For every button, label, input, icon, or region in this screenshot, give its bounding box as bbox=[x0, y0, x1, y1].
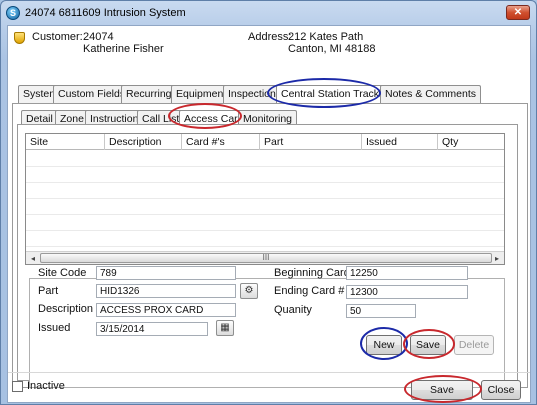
table-row bbox=[26, 151, 504, 167]
column-header-part[interactable]: Part bbox=[260, 134, 362, 150]
scroll-thumb[interactable]: III bbox=[40, 253, 492, 263]
beginning-card-input[interactable]: 12250 bbox=[346, 266, 468, 280]
save-button[interactable]: Save bbox=[411, 380, 473, 400]
scroll-right-icon[interactable]: ▸ bbox=[491, 253, 503, 264]
scroll-left-icon[interactable]: ◂ bbox=[27, 253, 39, 264]
part-label: Part bbox=[38, 285, 59, 297]
column-header-issued[interactable]: Issued bbox=[362, 134, 438, 150]
quantity-input[interactable]: 50 bbox=[346, 304, 416, 318]
app-logo-icon: S bbox=[6, 6, 20, 20]
ending-card-label: Ending Card # bbox=[274, 285, 345, 297]
save-card-button[interactable]: Save bbox=[410, 335, 446, 355]
access-cards-grid[interactable]: Site Description Card #'s Part Issued Qt… bbox=[25, 133, 505, 265]
inactive-checkbox[interactable] bbox=[12, 381, 23, 392]
title-bar[interactable]: S 24074 6811609 Intrusion System ✕ bbox=[1, 1, 536, 25]
table-row bbox=[26, 231, 504, 247]
address-label: Address: bbox=[248, 31, 292, 43]
issued-date-input[interactable]: 3/15/2014 bbox=[96, 322, 208, 336]
description-input[interactable]: ACCESS PROX CARD bbox=[96, 303, 236, 317]
customer-label: Customer: bbox=[32, 31, 83, 43]
calendar-icon[interactable]: ▦ bbox=[216, 320, 234, 336]
new-button[interactable]: New bbox=[366, 335, 402, 355]
table-row bbox=[26, 167, 504, 183]
customer-id: 24074 bbox=[83, 31, 114, 43]
ending-card-input[interactable]: 12300 bbox=[346, 285, 468, 299]
tab-notes-comments[interactable]: Notes & Comments bbox=[380, 85, 482, 103]
part-lookup-icon[interactable]: ⚙ bbox=[240, 283, 258, 299]
grid-header: Site Description Card #'s Part Issued Qt… bbox=[26, 134, 504, 150]
column-header-qty[interactable]: Qty bbox=[438, 134, 504, 150]
table-row bbox=[26, 199, 504, 215]
delete-button[interactable]: Delete bbox=[454, 335, 494, 355]
shield-icon bbox=[14, 32, 25, 44]
close-window-button[interactable]: ✕ bbox=[506, 5, 530, 20]
table-row bbox=[26, 183, 504, 199]
address-line1: 212 Kates Path bbox=[288, 31, 364, 43]
address-line2: Canton, MI 48188 bbox=[288, 43, 376, 55]
client-area: Customer: 24074 Katherine Fisher Address… bbox=[7, 25, 531, 403]
description-label: Description bbox=[38, 303, 94, 315]
customer-name: Katherine Fisher bbox=[83, 43, 164, 55]
tab-custom-fields[interactable]: Custom Fields bbox=[53, 85, 131, 103]
window-title: 24074 6811609 Intrusion System bbox=[25, 7, 186, 19]
footer-divider bbox=[8, 372, 530, 373]
close-button[interactable]: Close bbox=[481, 380, 521, 400]
main-tab-bar: System Custom Fields Recurring Equipment… bbox=[18, 85, 482, 104]
app-window: S 24074 6811609 Intrusion System ✕ Custo… bbox=[0, 0, 537, 405]
quantity-label: Quanity bbox=[274, 304, 312, 316]
site-code-label: Site Code bbox=[38, 267, 87, 279]
column-header-description[interactable]: Description bbox=[105, 134, 182, 150]
column-header-site[interactable]: Site bbox=[26, 134, 105, 150]
horizontal-scrollbar[interactable]: ◂ III ▸ bbox=[26, 251, 504, 264]
site-code-input[interactable]: 789 bbox=[96, 266, 236, 280]
column-header-card-numbers[interactable]: Card #'s bbox=[182, 134, 260, 150]
table-row bbox=[26, 215, 504, 231]
issued-label: Issued bbox=[38, 322, 71, 334]
tab-recurring[interactable]: Recurring bbox=[121, 85, 177, 103]
inactive-label: Inactive bbox=[27, 380, 65, 392]
part-input[interactable]: HID1326 bbox=[96, 284, 236, 298]
